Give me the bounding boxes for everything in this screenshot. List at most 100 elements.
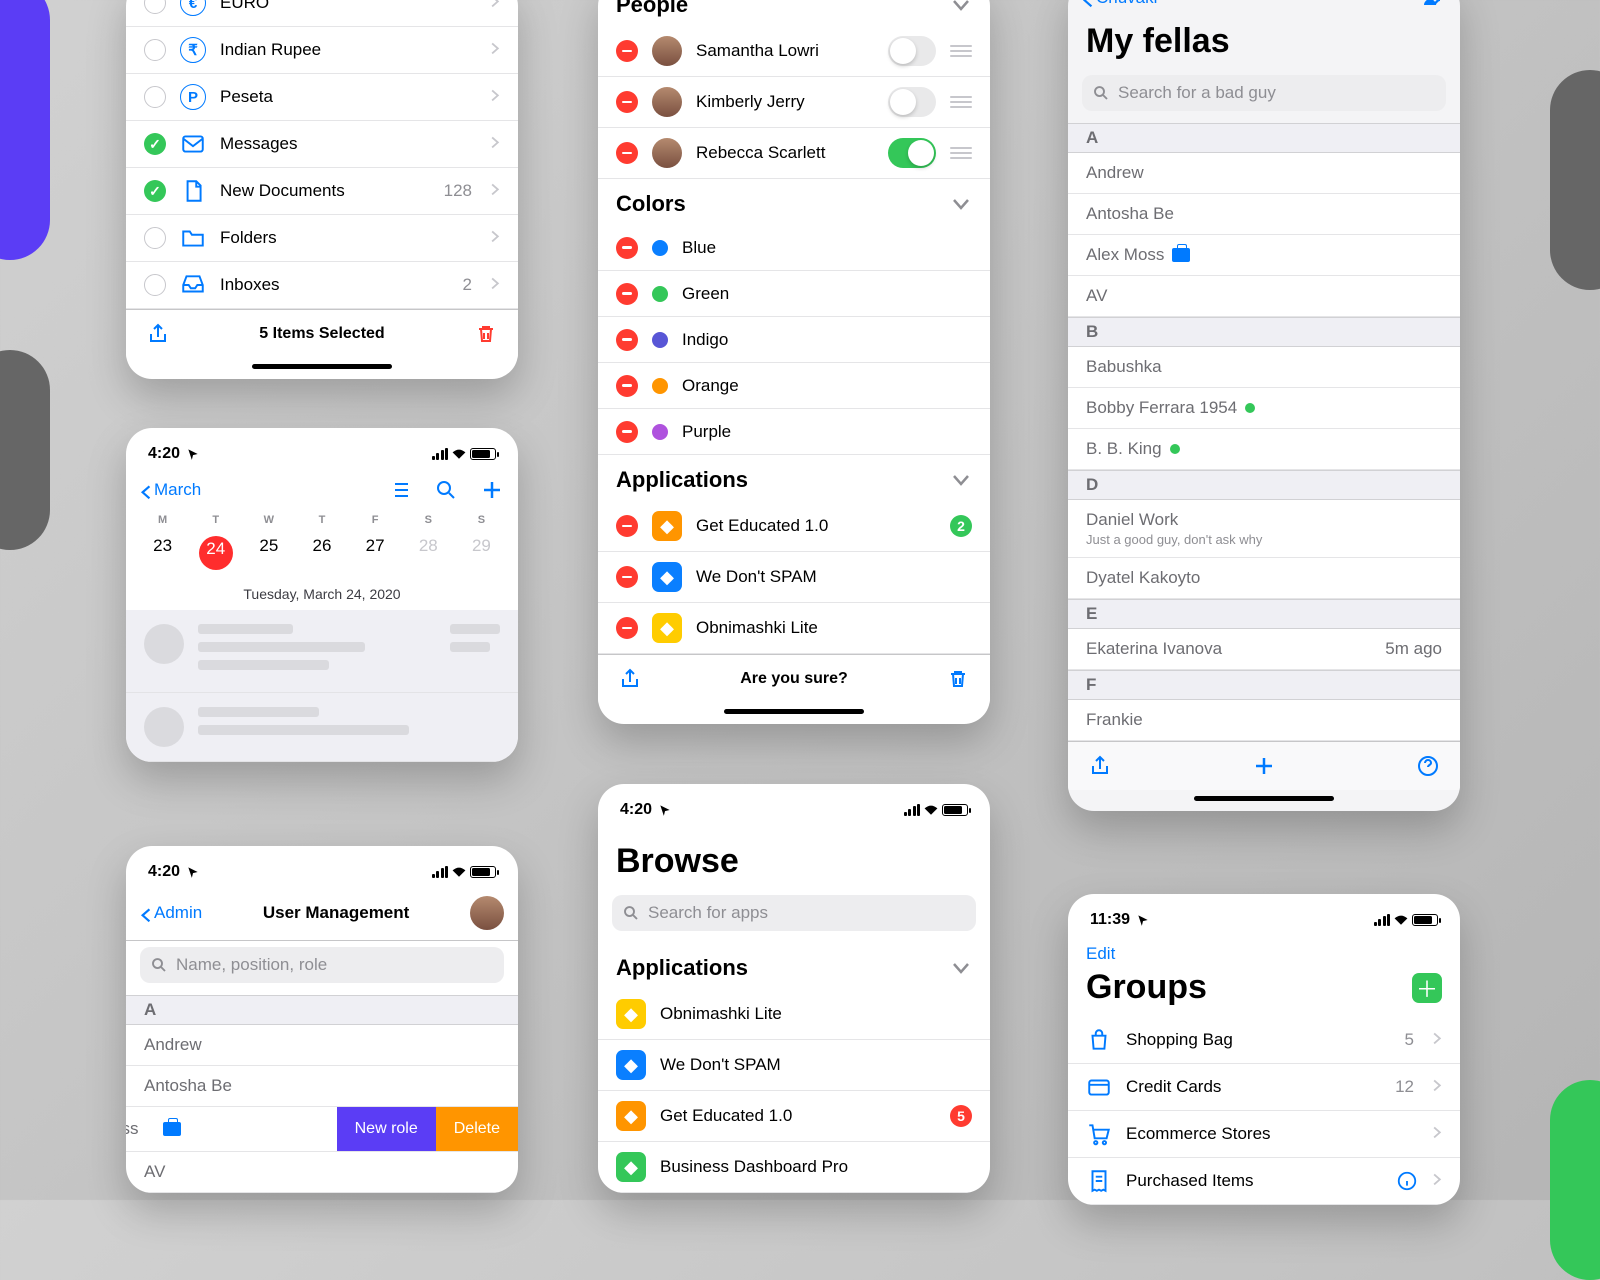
- list-item[interactable]: Frankie: [1068, 700, 1460, 741]
- section-colors[interactable]: Colors: [598, 179, 990, 225]
- list-item[interactable]: ◆ Business Dashboard Pro: [598, 1142, 990, 1193]
- search-input[interactable]: Name, position, role: [140, 947, 504, 983]
- list-item[interactable]: ◆ Get Educated 1.0 5: [598, 1091, 990, 1142]
- list-item[interactable]: Ekaterina Ivanova 5m ago: [1068, 629, 1460, 670]
- toggle[interactable]: [888, 36, 936, 66]
- toggle[interactable]: [888, 138, 936, 168]
- remove-icon[interactable]: [616, 421, 638, 443]
- list-item[interactable]: ₹ Indian Rupee: [126, 27, 518, 74]
- list-item[interactable]: Folders: [126, 215, 518, 262]
- help-icon[interactable]: [1416, 754, 1440, 778]
- list-item[interactable]: Antosha Be: [1068, 194, 1460, 235]
- remove-icon[interactable]: [616, 283, 638, 305]
- section-people[interactable]: People: [598, 0, 990, 26]
- list-item[interactable]: ◆ Obnimashki Lite: [598, 989, 990, 1040]
- add-button[interactable]: [1252, 754, 1276, 778]
- share-icon[interactable]: [1088, 754, 1112, 778]
- list-item[interactable]: Samantha Lowri: [598, 26, 990, 77]
- search-icon[interactable]: [434, 478, 458, 502]
- trash-icon[interactable]: [946, 667, 970, 691]
- radio-icon[interactable]: [144, 39, 166, 61]
- new-role-button[interactable]: New role: [337, 1107, 436, 1151]
- list-item[interactable]: Kimberly Jerry: [598, 77, 990, 128]
- remove-icon[interactable]: [616, 40, 638, 62]
- list-item[interactable]: Dyatel Kakoyto: [1068, 558, 1460, 599]
- list-item[interactable]: ◆ We Don't SPAM: [598, 552, 990, 603]
- reorder-handle-icon[interactable]: [950, 147, 972, 159]
- share-icon[interactable]: [618, 667, 642, 691]
- remove-icon[interactable]: [616, 375, 638, 397]
- list-item[interactable]: Orange: [598, 363, 990, 409]
- remove-icon[interactable]: [616, 515, 638, 537]
- radio-icon[interactable]: [144, 133, 166, 155]
- list-item[interactable]: Messages: [126, 121, 518, 168]
- list-item[interactable]: Purchased Items: [1068, 1158, 1460, 1205]
- list-item[interactable]: Daniel Work Just a good guy, don't ask w…: [1068, 500, 1460, 558]
- date-cell[interactable]: 24: [199, 536, 233, 570]
- radio-icon[interactable]: [144, 227, 166, 249]
- trash-icon[interactable]: [474, 322, 498, 346]
- toggle[interactable]: [888, 87, 936, 117]
- section-apps[interactable]: Applications: [598, 455, 990, 501]
- share-icon[interactable]: [146, 322, 170, 346]
- list-item[interactable]: P Peseta: [126, 74, 518, 121]
- date-cell[interactable]: 25: [242, 536, 295, 556]
- reorder-handle-icon[interactable]: [950, 96, 972, 108]
- avatar[interactable]: [470, 896, 504, 930]
- edit-button[interactable]: Edit: [1086, 944, 1115, 963]
- section-apps[interactable]: Applications: [598, 943, 990, 989]
- remove-icon[interactable]: [616, 91, 638, 113]
- radio-icon[interactable]: [144, 86, 166, 108]
- items-panel: € EURO ₹ Indian Rupee P Peseta Messages …: [126, 0, 518, 379]
- list-item[interactable]: Indigo: [598, 317, 990, 363]
- list-item[interactable]: ◆ Obnimashki Lite: [598, 603, 990, 654]
- people-icon[interactable]: [1422, 0, 1446, 10]
- remove-icon[interactable]: [616, 566, 638, 588]
- list-item[interactable]: Purple: [598, 409, 990, 455]
- list-item[interactable]: Shopping Bag 5: [1068, 1017, 1460, 1064]
- list-item[interactable]: B. B. King: [1068, 429, 1460, 470]
- add-button[interactable]: [480, 478, 504, 502]
- info-icon[interactable]: [1396, 1169, 1418, 1193]
- remove-icon[interactable]: [616, 617, 638, 639]
- list-item[interactable]: Alex Moss: [1068, 235, 1460, 276]
- list-item[interactable]: Antosha Be: [126, 1066, 518, 1107]
- list-item[interactable]: AV: [1068, 276, 1460, 317]
- date-cell[interactable]: 27: [349, 536, 402, 556]
- list-item[interactable]: Babushka: [1068, 347, 1460, 388]
- back-button[interactable]: Chuvaki: [1082, 0, 1157, 8]
- date-row[interactable]: 23 24 2526272829: [126, 528, 518, 586]
- radio-icon[interactable]: [144, 180, 166, 202]
- back-button[interactable]: Admin: [140, 903, 202, 923]
- search-input[interactable]: Search for apps: [612, 895, 976, 931]
- list-item[interactable]: Blue: [598, 225, 990, 271]
- add-button[interactable]: ＋: [1412, 973, 1442, 1003]
- radio-icon[interactable]: [144, 0, 166, 14]
- reorder-handle-icon[interactable]: [950, 45, 972, 57]
- list-item[interactable]: Andrew: [126, 1025, 518, 1066]
- remove-icon[interactable]: [616, 329, 638, 351]
- list-icon[interactable]: [388, 478, 412, 502]
- back-button[interactable]: March: [140, 480, 201, 500]
- list-item[interactable]: New Documents 128: [126, 168, 518, 215]
- list-item[interactable]: ◆ We Don't SPAM: [598, 1040, 990, 1091]
- list-item[interactable]: AV: [126, 1152, 518, 1193]
- list-item[interactable]: Inboxes 2: [126, 262, 518, 309]
- list-item[interactable]: ◆ Get Educated 1.0 2: [598, 501, 990, 552]
- remove-icon[interactable]: [616, 142, 638, 164]
- date-cell[interactable]: 23: [136, 536, 189, 556]
- search-input[interactable]: Search for a bad guy: [1082, 75, 1446, 111]
- date-cell[interactable]: 29: [455, 536, 508, 556]
- list-item[interactable]: € EURO: [126, 0, 518, 27]
- delete-button[interactable]: Delete: [436, 1107, 518, 1151]
- list-item[interactable]: Credit Cards 12: [1068, 1064, 1460, 1111]
- list-item[interactable]: Ecommerce Stores: [1068, 1111, 1460, 1158]
- list-item[interactable]: Andrew: [1068, 153, 1460, 194]
- date-cell[interactable]: 26: [295, 536, 348, 556]
- date-cell[interactable]: 28: [402, 536, 455, 556]
- list-item[interactable]: Rebecca Scarlett: [598, 128, 990, 179]
- list-item[interactable]: Green: [598, 271, 990, 317]
- list-item[interactable]: Bobby Ferrara 1954: [1068, 388, 1460, 429]
- radio-icon[interactable]: [144, 274, 166, 296]
- remove-icon[interactable]: [616, 237, 638, 259]
